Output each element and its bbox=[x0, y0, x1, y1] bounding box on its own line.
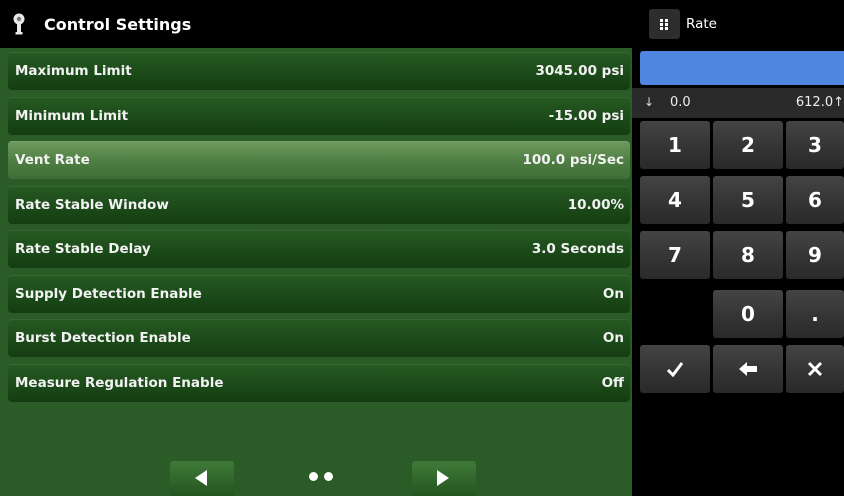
key-5[interactable]: 5 bbox=[713, 176, 783, 224]
range-low: 0.0 bbox=[670, 95, 691, 110]
key-0[interactable]: 0 bbox=[713, 290, 783, 338]
confirm-button[interactable] bbox=[640, 345, 710, 393]
value-entry-field[interactable] bbox=[640, 51, 844, 85]
keypad-title: Rate bbox=[686, 16, 717, 32]
setting-label: Rate Stable Window bbox=[15, 197, 169, 213]
setting-row-vent-rate[interactable]: Vent Rate 100.0 psi/Sec bbox=[8, 141, 630, 179]
settings-panel: Control Settings Maximum Limit 3045.00 p… bbox=[0, 0, 632, 496]
sensor-icon bbox=[13, 13, 25, 35]
checkmark-icon bbox=[666, 362, 684, 377]
keypad-header: Rate bbox=[632, 0, 844, 48]
backspace-arrow-icon bbox=[739, 362, 757, 376]
grid-menu-icon bbox=[660, 19, 663, 22]
setting-value: 3.0 Seconds bbox=[531, 241, 624, 257]
previous-page-button[interactable] bbox=[170, 461, 234, 496]
setting-value: 3045.00 psi bbox=[535, 63, 624, 79]
setting-label: Minimum Limit bbox=[15, 108, 129, 124]
key-8[interactable]: 8 bbox=[713, 231, 783, 279]
key-6[interactable]: 6 bbox=[786, 176, 844, 224]
page-title: Control Settings bbox=[44, 15, 192, 34]
backspace-button[interactable] bbox=[713, 345, 783, 393]
range-bar: ↓ 0.0 612.0↑ bbox=[632, 88, 844, 118]
setting-label: Vent Rate bbox=[15, 152, 90, 168]
grid-menu-button[interactable] bbox=[649, 9, 680, 39]
cancel-button[interactable] bbox=[786, 345, 844, 393]
setting-row-minimum-limit[interactable]: Minimum Limit -15.00 psi bbox=[8, 97, 630, 135]
next-page-button[interactable] bbox=[412, 461, 476, 496]
page-indicator-dot bbox=[309, 472, 318, 481]
setting-row-maximum-limit[interactable]: Maximum Limit 3045.00 psi bbox=[8, 52, 630, 90]
setting-row-burst-detection-enable[interactable]: Burst Detection Enable On bbox=[8, 319, 630, 357]
close-icon bbox=[807, 361, 823, 377]
setting-value: 10.00% bbox=[567, 197, 624, 213]
setting-label: Supply Detection Enable bbox=[15, 286, 202, 302]
key-2[interactable]: 2 bbox=[713, 121, 783, 169]
setting-row-supply-detection-enable[interactable]: Supply Detection Enable On bbox=[8, 275, 630, 313]
key-7[interactable]: 7 bbox=[640, 231, 710, 279]
setting-value: Off bbox=[601, 375, 624, 391]
setting-label: Rate Stable Delay bbox=[15, 241, 151, 257]
page-indicator-dot bbox=[324, 472, 333, 481]
setting-label: Maximum Limit bbox=[15, 63, 132, 79]
page-header: Control Settings bbox=[0, 0, 632, 48]
setting-value: On bbox=[602, 330, 624, 346]
triangle-right-icon bbox=[437, 470, 449, 486]
key-4[interactable]: 4 bbox=[640, 176, 710, 224]
key-9[interactable]: 9 bbox=[786, 231, 844, 279]
setting-row-measure-regulation-enable[interactable]: Measure Regulation Enable Off bbox=[8, 364, 630, 402]
setting-label: Burst Detection Enable bbox=[15, 330, 191, 346]
setting-row-rate-stable-delay[interactable]: Rate Stable Delay 3.0 Seconds bbox=[8, 230, 630, 268]
triangle-left-icon bbox=[195, 470, 207, 486]
setting-label: Measure Regulation Enable bbox=[15, 375, 224, 391]
down-arrow-icon: ↓ bbox=[644, 95, 655, 109]
setting-value: On bbox=[602, 286, 624, 302]
keypad-panel: Rate ↓ 0.0 612.0↑ 1 2 3 4 5 6 7 8 9 0 . bbox=[632, 0, 844, 496]
setting-row-rate-stable-window[interactable]: Rate Stable Window 10.00% bbox=[8, 186, 630, 224]
range-high: 612.0↑ bbox=[795, 95, 844, 110]
setting-value: 100.0 psi/Sec bbox=[522, 152, 624, 168]
key-1[interactable]: 1 bbox=[640, 121, 710, 169]
setting-value: -15.00 psi bbox=[548, 108, 624, 124]
key-decimal[interactable]: . bbox=[786, 290, 844, 338]
key-3[interactable]: 3 bbox=[786, 121, 844, 169]
